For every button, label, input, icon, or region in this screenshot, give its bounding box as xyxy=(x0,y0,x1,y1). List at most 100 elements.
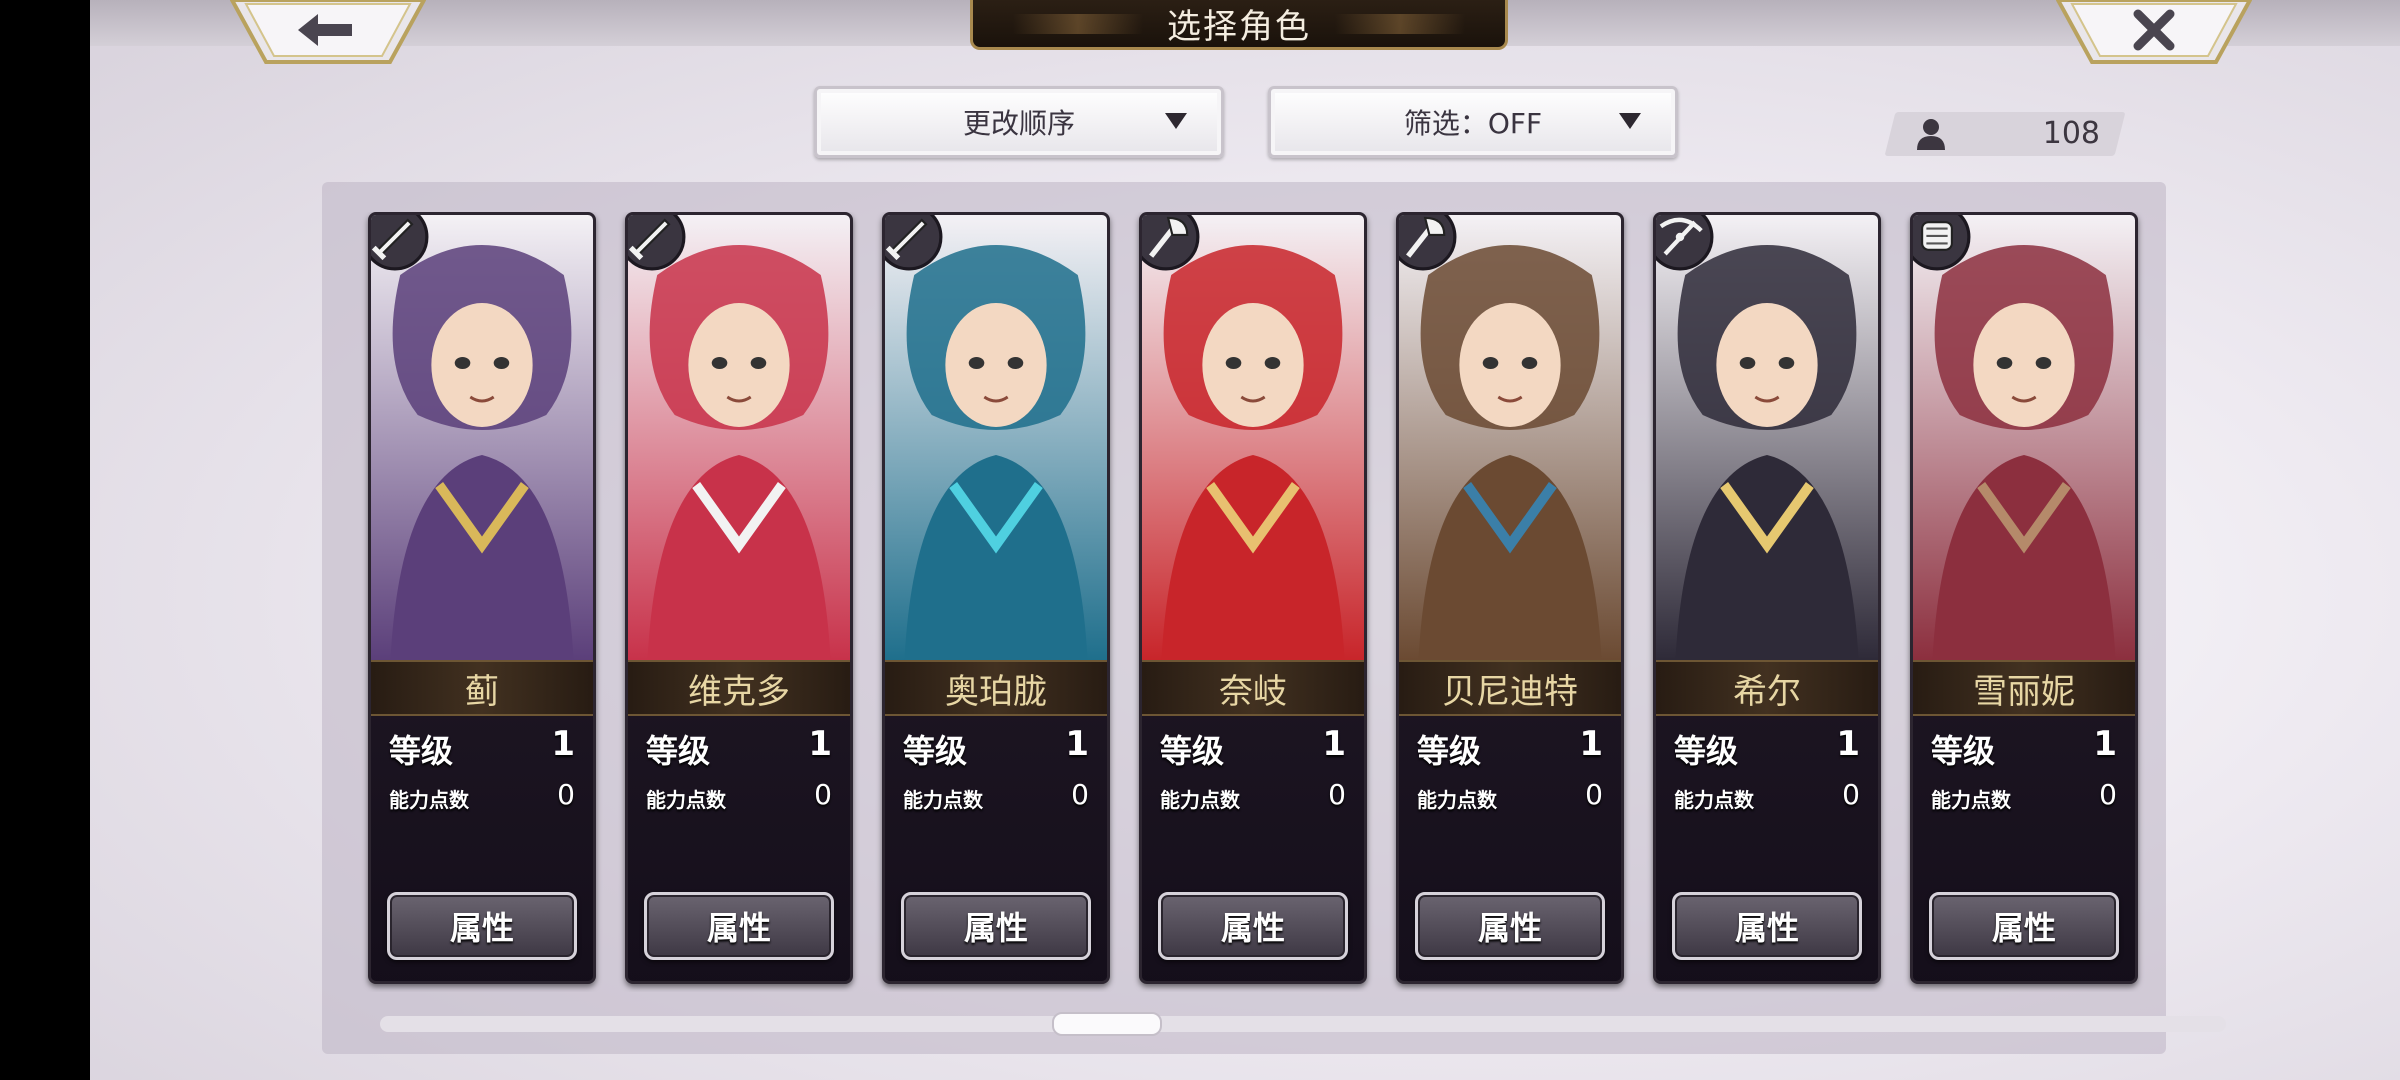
close-x-icon xyxy=(2055,0,2253,64)
chevron-down-icon xyxy=(1165,113,1187,129)
level-label: 等级 xyxy=(646,732,711,770)
level-value: 1 xyxy=(808,724,832,764)
character-card[interactable]: 蓟等级 1 能力点数 0 属性 xyxy=(368,212,596,984)
attributes-button[interactable]: 属性 xyxy=(1158,892,1348,960)
character-info: 奥珀胧等级 1 能力点数 0 属性 xyxy=(885,660,1107,981)
character-card[interactable]: 贝尼迪特等级 1 能力点数 0 属性 xyxy=(1396,212,1624,984)
ability-points-value: 0 xyxy=(1842,778,1860,811)
sort-dropdown-label: 更改顺序 xyxy=(962,107,1075,140)
arrow-left-icon xyxy=(229,0,427,64)
level-label: 等级 xyxy=(903,732,968,770)
level-label: 等级 xyxy=(389,732,454,770)
attributes-button-label: 属性 xyxy=(1991,909,2056,947)
character-name: 维克多 xyxy=(688,671,790,712)
level-value: 1 xyxy=(551,724,575,764)
scrollbar-thumb[interactable] xyxy=(1052,1012,1162,1036)
ability-points-value: 0 xyxy=(814,778,832,811)
name-bar: 奈岐 xyxy=(1142,660,1364,716)
title-plate: 选择角色 xyxy=(970,0,1508,50)
level-value: 1 xyxy=(1579,724,1603,764)
character-card[interactable]: 希尔等级 1 能力点数 0 属性 xyxy=(1653,212,1881,984)
character-portrait xyxy=(1142,215,1364,660)
character-panel: 蓟等级 1 能力点数 0 属性 维克多 等级 1 能力点数 0 属性 奥珀胧 等级 1 能力点数 0 属性 奈岐等… xyxy=(322,182,2166,1054)
character-portrait xyxy=(885,215,1107,660)
name-bar: 希尔 xyxy=(1656,660,1878,716)
ability-points-label: 能力点数 xyxy=(1417,788,1497,812)
attributes-button[interactable]: 属性 xyxy=(1929,892,2119,960)
ability-points-value: 0 xyxy=(2099,778,2117,811)
character-portrait xyxy=(628,215,850,660)
character-name: 蓟 xyxy=(465,671,499,712)
attributes-button[interactable]: 属性 xyxy=(901,892,1091,960)
character-portrait xyxy=(1399,215,1621,660)
character-list: 蓟等级 1 能力点数 0 属性 维克多 等级 1 能力点数 0 属性 奥珀胧 等级 1 能力点数 0 属性 奈岐等… xyxy=(358,212,2158,992)
ability-points-value: 0 xyxy=(1071,778,1089,811)
level-value: 1 xyxy=(1836,724,1860,764)
attributes-button[interactable]: 属性 xyxy=(387,892,577,960)
sort-dropdown[interactable]: 更改顺序 xyxy=(814,86,1224,158)
fist-icon xyxy=(1913,215,1971,271)
character-info: 雪丽妮 等级 1 能力点数 0 属性 xyxy=(1913,660,2135,981)
ability-points-label: 能力点数 xyxy=(646,788,726,812)
page-title: 选择角色 xyxy=(1167,7,1311,47)
level-value: 1 xyxy=(1322,724,1346,764)
level-value: 1 xyxy=(1065,724,1089,764)
character-portrait xyxy=(371,215,593,660)
filter-dropdown[interactable]: 筛选：OFF xyxy=(1268,86,1678,158)
close-button[interactable] xyxy=(2055,0,2253,66)
name-bar: 雪丽妮 xyxy=(1913,660,2135,716)
attributes-button-label: 属性 xyxy=(449,909,514,947)
character-name: 贝尼迪特 xyxy=(1442,671,1578,712)
character-portrait xyxy=(1656,215,1878,660)
person-icon xyxy=(1917,119,1945,150)
attributes-button-label: 属性 xyxy=(1220,909,1285,947)
axe-icon xyxy=(1142,215,1200,271)
ability-points-label: 能力点数 xyxy=(389,788,469,812)
attributes-button[interactable]: 属性 xyxy=(1415,892,1605,960)
ability-points-label: 能力点数 xyxy=(903,788,983,812)
horizontal-scrollbar[interactable] xyxy=(380,1016,2226,1032)
character-card[interactable]: 维克多等级 1 能力点数 0 属性 xyxy=(625,212,853,984)
character-portrait xyxy=(1913,215,2135,660)
attributes-button[interactable]: 属性 xyxy=(1672,892,1862,960)
attributes-button-label: 属性 xyxy=(1734,909,1799,947)
level-value: 1 xyxy=(2093,724,2117,764)
name-bar: 蓟 xyxy=(371,660,593,716)
sword-icon xyxy=(885,215,943,271)
character-name: 希尔 xyxy=(1733,671,1801,712)
character-name: 奈岐 xyxy=(1219,671,1287,712)
character-name: 雪丽妮 xyxy=(1973,671,2075,712)
ability-points-label: 能力点数 xyxy=(1674,788,1754,812)
character-card[interactable]: 奈岐等级 1 能力点数 0 属性 xyxy=(1139,212,1367,984)
chevron-down-icon xyxy=(1619,113,1641,129)
character-info: 奈岐等级 1 能力点数 0 属性 xyxy=(1142,660,1364,981)
character-info: 贝尼迪特等级 1 能力点数 0 属性 xyxy=(1399,660,1621,981)
character-info: 希尔等级 1 能力点数 0 属性 xyxy=(1656,660,1878,981)
character-info: 蓟等级 1 能力点数 0 属性 xyxy=(371,660,593,981)
attributes-button-label: 属性 xyxy=(706,909,771,947)
character-select-screen: 选择角色 更改顺序 筛选：OFF 108 蓟等级 1 能力点数 0 属性 维克多 等级 1 能力… xyxy=(90,0,2400,1080)
ability-points-value: 0 xyxy=(1585,778,1603,811)
attributes-button[interactable]: 属性 xyxy=(644,892,834,960)
crossbow-icon xyxy=(1656,215,1714,271)
ability-points-value: 0 xyxy=(1328,778,1346,811)
ability-points-label: 能力点数 xyxy=(1931,788,2011,812)
level-label: 等级 xyxy=(1417,732,1482,770)
sword-icon xyxy=(628,215,686,271)
ability-points-value: 0 xyxy=(557,778,575,811)
level-label: 等级 xyxy=(1674,732,1739,770)
sword-icon xyxy=(371,215,429,271)
level-label: 等级 xyxy=(1160,732,1225,770)
filter-dropdown-label: 筛选：OFF xyxy=(1403,107,1543,140)
character-card[interactable]: 雪丽妮 等级 1 能力点数 0 属性 xyxy=(1910,212,2138,984)
name-bar: 维克多 xyxy=(628,660,850,716)
character-name: 奥珀胧 xyxy=(945,671,1047,712)
ability-points-label: 能力点数 xyxy=(1160,788,1240,812)
name-bar: 贝尼迪特 xyxy=(1399,660,1621,716)
axe-icon xyxy=(1399,215,1457,271)
character-info: 维克多等级 1 能力点数 0 属性 xyxy=(628,660,850,981)
back-button[interactable] xyxy=(229,0,427,66)
character-card[interactable]: 奥珀胧等级 1 能力点数 0 属性 xyxy=(882,212,1110,984)
attributes-button-label: 属性 xyxy=(1477,909,1542,947)
name-bar: 奥珀胧 xyxy=(885,660,1107,716)
